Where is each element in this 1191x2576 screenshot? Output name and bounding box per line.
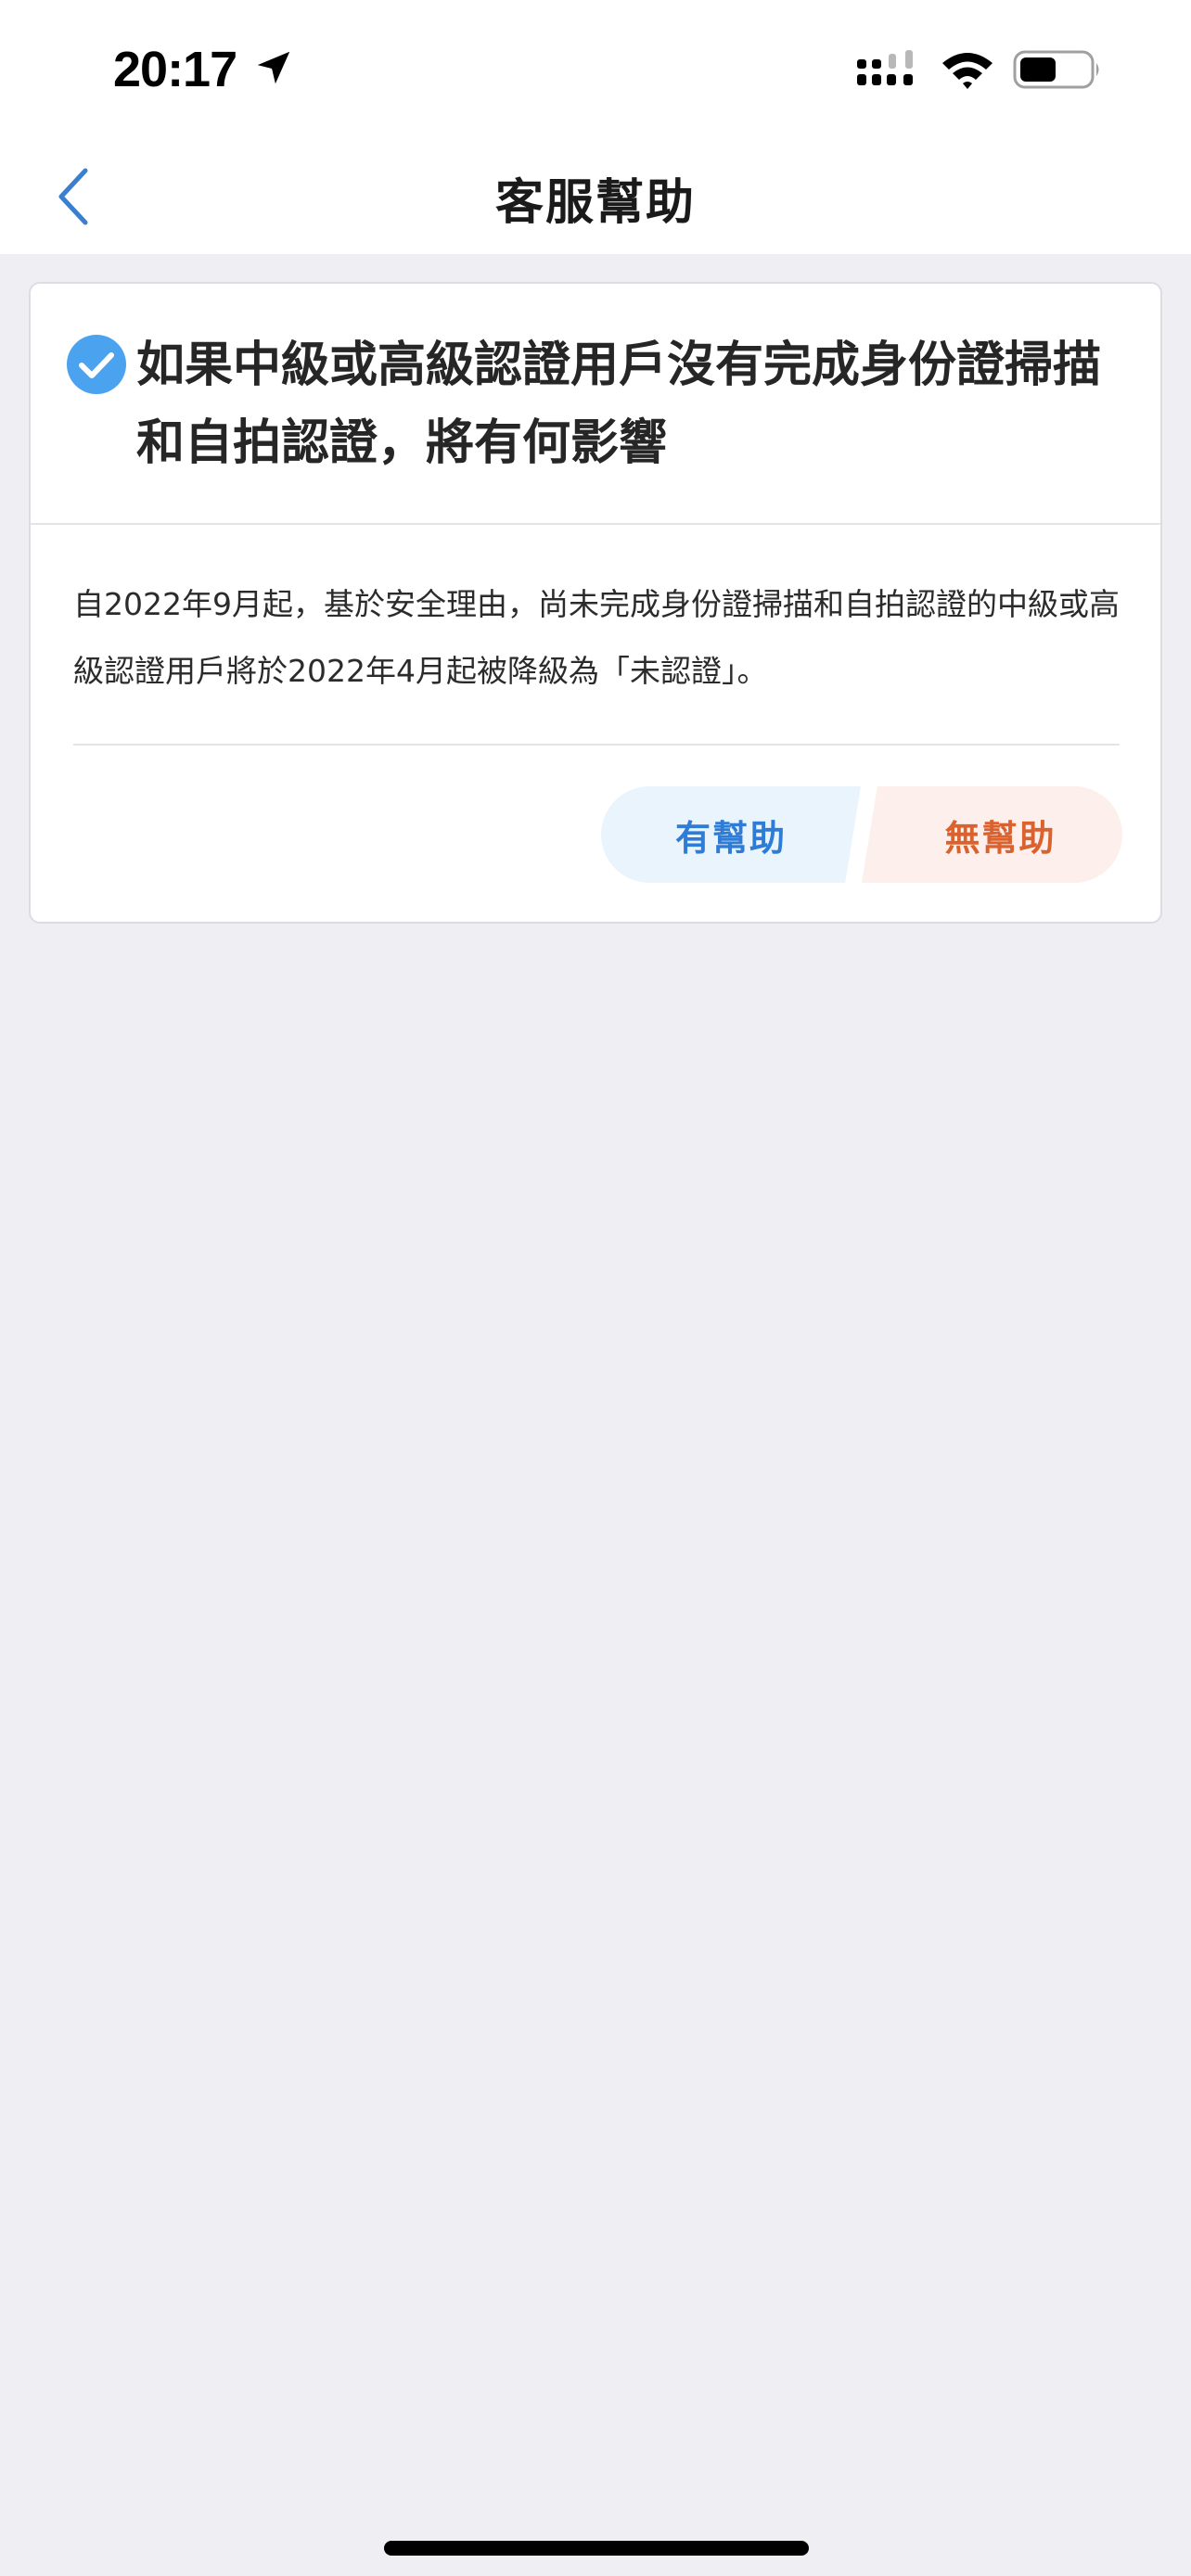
question-header: 如果中級或高級認證用戶沒有完成身份證掃描和自拍認證，將有何影響: [31, 284, 1160, 525]
wifi-icon: [942, 53, 992, 89]
faq-card: 如果中級或高級認證用戶沒有完成身份證掃描和自拍認證，將有何影響 自2022年9月…: [29, 282, 1162, 924]
nav-bar: 客服幫助: [0, 139, 1191, 254]
page-title: 客服幫助: [494, 175, 696, 231]
status-time: 20:17: [113, 42, 237, 97]
unhelpful-button[interactable]: 無幫助: [862, 786, 1122, 883]
cellular-signal-icon: [857, 50, 913, 85]
helpful-button[interactable]: 有幫助: [601, 786, 861, 883]
feedback-divider: [73, 744, 1120, 746]
check-circle-icon: [67, 335, 126, 394]
status-bar: 20:17: [0, 0, 1191, 139]
answer-text: 自2022年9月起，基於安全理由，尚未完成身份證掃描和自拍認證的中級或高級認證用…: [73, 586, 1120, 689]
screen: 20:17 客服幫助 如果中級或高級認證用戶沒有完成身份證掃描和自拍認證，將有何…: [0, 0, 1191, 2576]
question-title: 如果中級或高級認證用戶沒有完成身份證掃描和自拍認證，將有何影響: [136, 338, 1102, 471]
battery-icon: [1013, 50, 1099, 89]
location-arrow-icon: [257, 51, 290, 84]
home-indicator[interactable]: [384, 2541, 809, 2556]
